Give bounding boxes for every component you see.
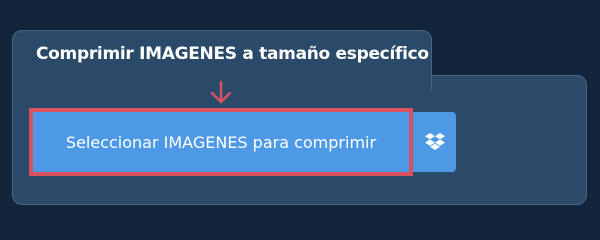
arrow-down-icon xyxy=(210,80,232,104)
select-images-label: Seleccionar IMAGENES para comprimir xyxy=(65,132,377,152)
select-images-button[interactable]: Seleccionar IMAGENES para comprimir xyxy=(29,108,413,176)
tab-panel-joint xyxy=(13,74,431,78)
dropbox-button[interactable] xyxy=(413,112,456,172)
dropbox-icon xyxy=(424,133,445,150)
section-title: Comprimir IMAGENES a tamaño específico xyxy=(36,44,429,64)
